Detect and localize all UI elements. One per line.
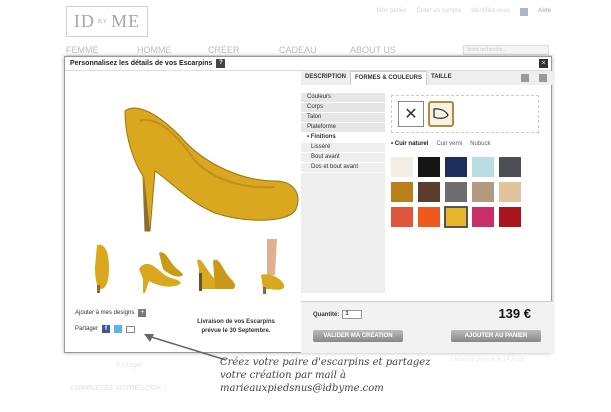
thumbnail-side-pair[interactable] xyxy=(191,239,241,295)
color-swatch[interactable] xyxy=(391,182,413,202)
tab-taille[interactable]: TAILLE xyxy=(427,71,456,85)
model-rounded[interactable] xyxy=(428,101,454,127)
model-selector: ✕ xyxy=(391,95,539,133)
color-swatch[interactable] xyxy=(418,182,440,202)
finish-cuir-verni[interactable]: Cuir verni xyxy=(436,141,462,147)
option-item[interactable]: Talon xyxy=(301,113,385,123)
add-to-designs[interactable]: Ajouter à mes designs + xyxy=(75,309,147,317)
color-swatch[interactable] xyxy=(391,157,413,177)
annotation-line-1: Créez votre paire d'escarpins et partage… xyxy=(220,357,431,368)
finish-cuir-naturel[interactable]: • Cuir naturel xyxy=(391,141,428,147)
option-item[interactable]: Lisséré xyxy=(301,143,385,153)
color-swatch[interactable] xyxy=(444,206,468,228)
option-item[interactable]: Bout avant xyxy=(301,153,385,163)
thumbnail-worn[interactable] xyxy=(247,239,297,295)
refresh-icon[interactable] xyxy=(539,74,547,82)
price: 139 € xyxy=(498,306,531,321)
annotation-line-3: marieauxpiedsnus@idbyme.com xyxy=(220,383,384,394)
close-button[interactable]: × xyxy=(539,59,548,68)
share-label: Partager xyxy=(75,326,99,332)
delivery-line-1: Livraison de vos Escarpins xyxy=(197,319,275,325)
add-to-designs-label: Ajouter à mes designs xyxy=(75,310,135,316)
color-swatch[interactable] xyxy=(418,207,440,227)
color-swatch[interactable] xyxy=(499,207,521,227)
quantity-label: Quantité: xyxy=(313,311,340,318)
modal-header: Personnalisez les détails de vos Escarpi… xyxy=(65,57,551,71)
share-row: Partager f xyxy=(75,325,146,333)
color-swatch[interactable] xyxy=(499,157,521,177)
finish-options: • Cuir naturel Cuir verni Nubuck xyxy=(391,141,490,147)
tab-description[interactable]: DESCRIPTION xyxy=(301,71,350,85)
annotation-line-2: votre création par mail à xyxy=(220,370,346,381)
plus-icon[interactable]: + xyxy=(138,309,147,317)
twitter-share-icon[interactable] xyxy=(114,325,123,333)
left-actions: Ajouter à mes designs + Partager f xyxy=(75,309,147,333)
thumbnail-front[interactable] xyxy=(79,239,129,295)
tab-bar: DESCRIPTION FORMES & COULEURS TAILLE xyxy=(301,71,553,85)
option-item[interactable]: Corps xyxy=(301,103,385,113)
color-swatch[interactable] xyxy=(391,207,413,227)
finish-nubuck[interactable]: Nubuck xyxy=(470,141,490,147)
option-item[interactable]: Plateforme xyxy=(301,123,385,133)
color-swatch[interactable] xyxy=(418,157,440,177)
add-to-cart-button[interactable]: AJOUTER AU PANIER xyxy=(451,330,541,342)
color-swatch[interactable] xyxy=(445,182,467,202)
color-swatch[interactable] xyxy=(445,157,467,177)
order-bar: Quantité: 1 139 € VALIDER MA CRÉATION AJ… xyxy=(301,301,553,353)
rounded-toe-icon xyxy=(433,108,449,119)
color-swatch[interactable] xyxy=(472,182,494,202)
color-swatches xyxy=(391,157,525,228)
quantity-control: Quantité: 1 xyxy=(313,310,363,319)
options-list: Couleurs Corps Talon Plateforme • Finitions L… xyxy=(301,93,385,293)
mail-share-icon[interactable] xyxy=(126,325,136,333)
option-item[interactable]: Dos et bout avant xyxy=(301,163,385,173)
color-swatch[interactable] xyxy=(472,157,494,177)
modal-title: Personnalisez les détails de vos Escarpi… xyxy=(70,60,213,67)
annotation-text: Créez votre paire d'escarpins et partage… xyxy=(220,356,520,395)
validate-creation-button[interactable]: VALIDER MA CRÉATION xyxy=(313,330,403,342)
facebook-share-icon[interactable]: f xyxy=(102,325,111,333)
option-item[interactable]: Couleurs xyxy=(301,93,385,103)
quantity-input[interactable]: 1 xyxy=(342,310,363,319)
customize-modal: Personnalisez les détails de vos Escarpi… xyxy=(64,56,553,353)
prev-icon[interactable] xyxy=(521,74,529,82)
thumbnail-pair[interactable] xyxy=(135,239,185,295)
tab-formes-couleurs[interactable]: FORMES & COULEURS xyxy=(350,71,428,85)
model-none[interactable]: ✕ xyxy=(398,101,424,127)
option-item[interactable]: • Finitions xyxy=(301,133,385,143)
color-swatch[interactable] xyxy=(499,182,521,202)
help-icon[interactable]: ? xyxy=(216,59,226,68)
tab-nav xyxy=(521,74,547,82)
annotation-arrow xyxy=(144,334,227,361)
color-swatch[interactable] xyxy=(472,207,494,227)
shoe-preview-image xyxy=(124,107,299,232)
